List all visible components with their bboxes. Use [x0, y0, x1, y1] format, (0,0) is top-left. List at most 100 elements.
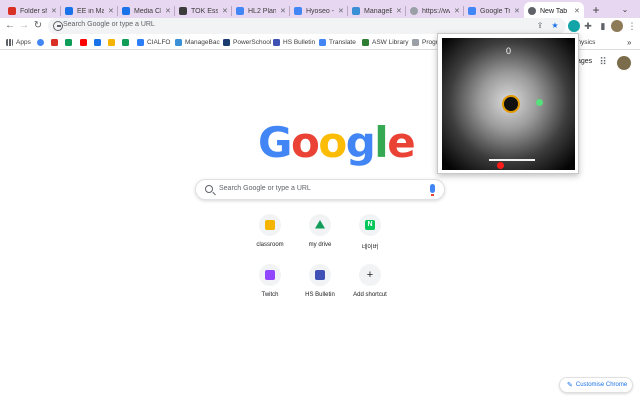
shortcut-label: Add shortcut	[353, 292, 387, 298]
close-icon[interactable]: ✕	[51, 7, 57, 15]
managebac-icon	[352, 7, 360, 15]
google-logo: Google	[258, 118, 416, 167]
game-score: 0	[505, 46, 511, 56]
player-ball	[502, 95, 520, 113]
close-icon[interactable]: ✕	[165, 7, 171, 15]
tab-title: Media Club	[134, 7, 161, 15]
logo-letter: G	[258, 118, 292, 167]
bookmark-powerschool[interactable]: PowerSchool	[223, 37, 271, 48]
shortcut-icon-disc: N	[359, 214, 381, 236]
classroom-icon	[179, 7, 187, 15]
plus-icon: +	[366, 269, 374, 281]
tab-search-icon[interactable]: ⌄	[618, 3, 632, 17]
cialfo-icon	[137, 39, 144, 46]
close-icon[interactable]: ✕	[396, 7, 402, 15]
game-canvas[interactable]: 0	[442, 38, 575, 170]
chrome-icon	[528, 7, 536, 15]
kebab-menu-icon[interactable]: ⋮	[626, 20, 638, 32]
reload-button[interactable]: ↻	[32, 19, 44, 33]
shortcut-classroom[interactable]: classroom	[245, 214, 295, 258]
profile-avatar-icon[interactable]	[611, 20, 623, 32]
bookmark-calendar[interactable]	[94, 37, 101, 48]
sheets-icon	[122, 39, 129, 46]
extension-popup: 0	[437, 33, 579, 174]
back-button[interactable]: ←	[4, 19, 16, 33]
bookmark-google[interactable]	[37, 37, 44, 48]
share-icon[interactable]: ⇪	[535, 21, 545, 31]
classroom-icon	[265, 220, 275, 230]
drive-icon	[65, 39, 72, 46]
red-dot	[497, 162, 504, 169]
close-icon[interactable]: ✕	[338, 7, 344, 15]
bookmark-label: PowerSchool	[233, 39, 272, 46]
bookmark-star-icon[interactable]: ★	[550, 21, 560, 31]
bookmark-translate[interactable]: Translate	[319, 37, 356, 48]
bookmark-hs-bulletin[interactable]: HS Bulletin	[273, 37, 315, 48]
tab-title: https://wwv	[422, 7, 450, 15]
shortcut-my-drive[interactable]: my drive	[295, 214, 345, 258]
customise-label: Customise Chrome	[575, 382, 628, 388]
omnibox-placeholder: Search Google or type a URL	[63, 21, 155, 28]
bookmark-classroom[interactable]	[108, 37, 115, 48]
bookmark-youtube[interactable]	[80, 37, 87, 48]
managebac-icon	[175, 39, 182, 46]
close-icon[interactable]: ✕	[108, 7, 114, 15]
google-apps-grid-icon[interactable]: ⠿	[598, 58, 608, 68]
close-icon[interactable]: ✕	[222, 7, 228, 15]
close-icon[interactable]: ✕	[514, 7, 520, 15]
bookmark-apps[interactable]: Apps	[6, 37, 31, 48]
powerschool-icon	[223, 39, 230, 46]
bookmark-gmail[interactable]	[51, 37, 58, 48]
google-icon	[37, 39, 44, 46]
microphone-icon[interactable]	[430, 184, 435, 196]
shortcut-icon-disc	[259, 214, 281, 236]
tab-title: TOK Essay	[191, 7, 218, 15]
avatar[interactable]	[617, 56, 631, 70]
forward-button[interactable]: →	[18, 19, 30, 33]
calendar-icon	[94, 39, 101, 46]
close-icon[interactable]: ✕	[280, 7, 286, 15]
shortcut-add[interactable]: + Add shortcut	[345, 264, 395, 308]
gmail-icon	[8, 7, 16, 15]
extension-game-icon[interactable]	[568, 20, 580, 32]
translate-icon	[468, 7, 476, 15]
logo-letter: o	[318, 118, 347, 167]
bookmark-asw-library[interactable]: ASW Library	[362, 37, 408, 48]
new-tab-button[interactable]: +	[589, 3, 603, 17]
folder-icon	[412, 39, 419, 46]
gmail-icon	[51, 39, 58, 46]
shortcut-twitch[interactable]: Twitch	[245, 264, 295, 308]
bookmark-drive[interactable]	[65, 37, 72, 48]
customise-chrome-button[interactable]: ✎ Customise Chrome	[559, 377, 633, 393]
search-placeholder: Search Google or type a URL	[219, 185, 311, 192]
side-panel-icon[interactable]: ▮	[597, 20, 609, 32]
tab-title: ManageBac	[364, 7, 392, 15]
library-icon	[362, 39, 369, 46]
shortcut-label: Twitch	[261, 292, 279, 298]
omnibox[interactable]: Search Google or type a URL ⇪ ★	[48, 18, 566, 34]
logo-letter: l	[374, 118, 388, 167]
tab-title: Hyoseo - M	[306, 7, 334, 15]
green-pellet	[536, 99, 543, 106]
bookmarks-overflow-chevron-icon[interactable]: »	[627, 37, 631, 48]
drive-icon	[65, 7, 73, 15]
images-link[interactable]: ages	[577, 58, 592, 65]
toolbar: ← → ↻ Search Google or type a URL ⇪ ★ ✚ …	[0, 18, 640, 34]
bookmark-sheets[interactable]	[122, 37, 129, 48]
bookmark-folder-progr[interactable]: Progr	[412, 37, 438, 48]
bookmark-managebac[interactable]: ManageBac	[175, 37, 220, 48]
bookmark-label: Translate	[329, 39, 356, 46]
search-box[interactable]: Search Google or type a URL	[195, 179, 445, 200]
shortcut-hs-bulletin[interactable]: HS Bulletin	[295, 264, 345, 308]
shortcut-naver[interactable]: N 네이버	[345, 214, 395, 258]
bookmark-label: CIALFO	[147, 39, 171, 46]
close-icon[interactable]: ✕	[454, 7, 460, 15]
drive-icon	[122, 7, 130, 15]
naver-icon: N	[365, 220, 375, 230]
tab-title: Google Tra	[480, 7, 510, 15]
shortcut-icon-disc: +	[359, 264, 381, 286]
bookmark-cialfo[interactable]: CIALFO	[137, 37, 170, 48]
extensions-puzzle-icon[interactable]: ✚	[582, 20, 594, 32]
docs-icon	[236, 7, 244, 15]
close-icon[interactable]: ✕	[574, 7, 580, 15]
